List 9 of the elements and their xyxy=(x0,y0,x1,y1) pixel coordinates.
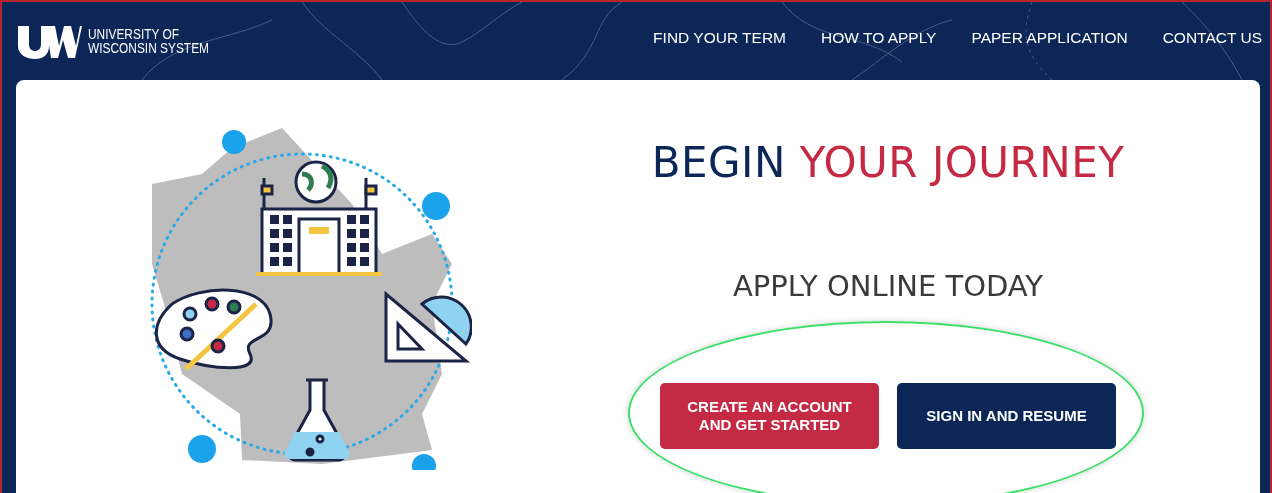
sign-in-button[interactable]: SIGN IN AND RESUME xyxy=(897,383,1116,449)
nav-link[interactable]: CONTACT US xyxy=(1162,29,1262,47)
nav-link[interactable]: FIND YOUR TERM xyxy=(653,29,787,47)
page-heading: BEGIN YOUR JOURNEY xyxy=(651,138,1125,187)
nav-link[interactable]: HOW TO APPLY xyxy=(821,29,937,47)
nav-link[interactable]: PAPER APPLICATION xyxy=(971,29,1128,47)
logo-text[interactable]: UNIVERSITY OF WISCONSIN SYSTEM xyxy=(88,27,209,55)
subheading: APPLY ONLINE TODAY xyxy=(732,269,1044,303)
create-account-button[interactable]: CREATE AN ACCOUNT AND GET STARTED xyxy=(660,383,879,449)
